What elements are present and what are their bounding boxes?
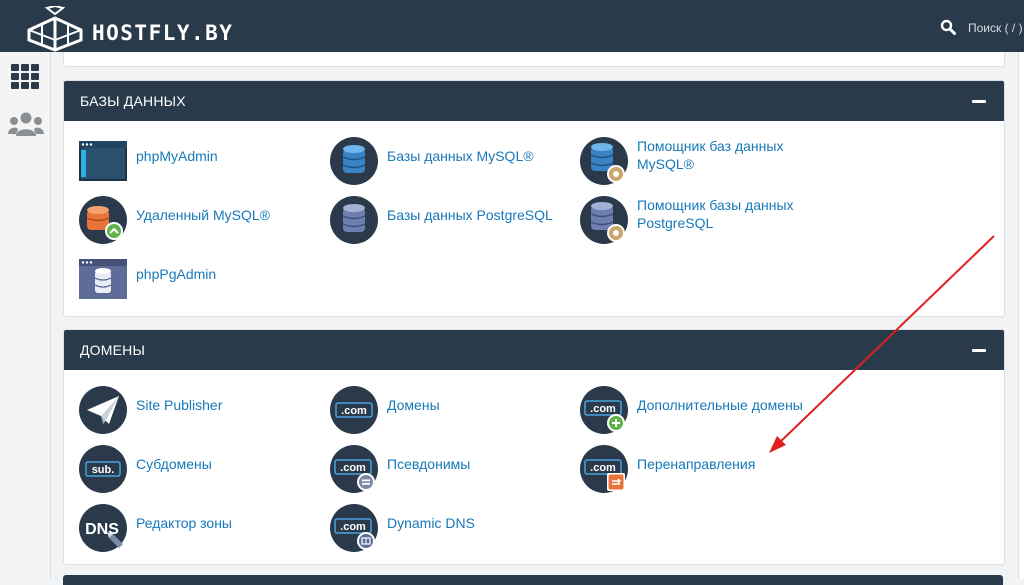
addon-domains-icon: .com <box>580 386 628 434</box>
phpmyadmin-icon <box>79 141 127 181</box>
search-icon[interactable] <box>940 19 956 35</box>
item-dynamic-dns[interactable]: .com Dynamic DNS <box>330 502 570 554</box>
item-mysql-wizard[interactable]: Помощник баз данных MySQL® <box>580 135 820 187</box>
zone-editor-icon: DNS <box>79 504 127 552</box>
item-aliases[interactable]: .com Псевдонимы <box>330 443 570 495</box>
databases-panel-title: БАЗЫ ДАННЫХ <box>80 93 186 109</box>
domains-panel: ДОМЕНЫ Site Publisher .com Домены .com Д… <box>63 329 1005 565</box>
svg-text:.com: .com <box>590 403 616 415</box>
item-site-publisher[interactable]: Site Publisher <box>79 384 319 436</box>
domains-icon: .com <box>330 386 378 434</box>
mysql-wizard-icon <box>580 137 628 185</box>
search-input[interactable]: Поиск ( / ) <box>968 21 1023 35</box>
domains-panel-header[interactable]: ДОМЕНЫ <box>64 330 1004 370</box>
top-bar: HOSTFLY.BY Поиск ( / ) <box>0 0 1024 52</box>
item-redirects[interactable]: .com Перенаправления <box>580 443 820 495</box>
grid-icon[interactable] <box>11 64 39 90</box>
redirects-icon: .com <box>580 445 628 493</box>
databases-panel-header[interactable]: БАЗЫ ДАННЫХ <box>64 81 1004 121</box>
subdomains-icon: sub. <box>79 445 127 493</box>
item-phppgadmin[interactable]: phpPgAdmin <box>79 253 319 305</box>
collapse-icon[interactable] <box>972 349 986 352</box>
phppgadmin-icon <box>79 259 127 299</box>
databases-panel: БАЗЫ ДАННЫХ phpMyAdmin Базы данных MySQL… <box>63 80 1005 317</box>
item-phpmyadmin[interactable]: phpMyAdmin <box>79 135 319 187</box>
item-addon-domains[interactable]: .com Дополнительные домены <box>580 384 820 436</box>
item-domains[interactable]: .com Домены <box>330 384 570 436</box>
collapse-icon[interactable] <box>972 100 986 103</box>
sidebar <box>0 52 51 579</box>
postgresql-databases-icon <box>330 196 378 244</box>
postgresql-wizard-icon <box>580 196 628 244</box>
hostfly-logo-icon[interactable] <box>27 6 83 52</box>
svg-text:sub.: sub. <box>92 464 115 476</box>
item-remote-mysql[interactable]: Удаленный MySQL® <box>79 194 319 246</box>
domains-panel-title: ДОМЕНЫ <box>80 342 146 358</box>
item-postgresql-databases[interactable]: Базы данных PostgreSQL <box>330 194 570 246</box>
users-icon[interactable] <box>8 112 44 138</box>
next-panel-header <box>63 575 1003 585</box>
item-subdomains[interactable]: sub. Субдомены <box>79 443 319 495</box>
svg-text:.com: .com <box>340 462 366 474</box>
aliases-icon: .com <box>330 445 378 493</box>
svg-text:.com: .com <box>341 405 367 417</box>
item-postgresql-wizard[interactable]: Помощник базы данных PostgreSQL <box>580 194 820 246</box>
brand-name: HOSTFLY.BY <box>92 21 234 45</box>
item-mysql-databases[interactable]: Базы данных MySQL® <box>330 135 570 187</box>
svg-text:.com: .com <box>590 462 616 474</box>
site-publisher-icon <box>79 386 127 434</box>
mysql-databases-icon <box>330 137 378 185</box>
previous-panel-bottom <box>63 52 1005 67</box>
svg-text:.com: .com <box>340 521 366 533</box>
dynamic-dns-icon: .com <box>330 504 378 552</box>
remote-mysql-icon <box>79 196 127 244</box>
item-zone-editor[interactable]: DNS Редактор зоны <box>79 502 319 554</box>
right-edge <box>1018 52 1024 579</box>
